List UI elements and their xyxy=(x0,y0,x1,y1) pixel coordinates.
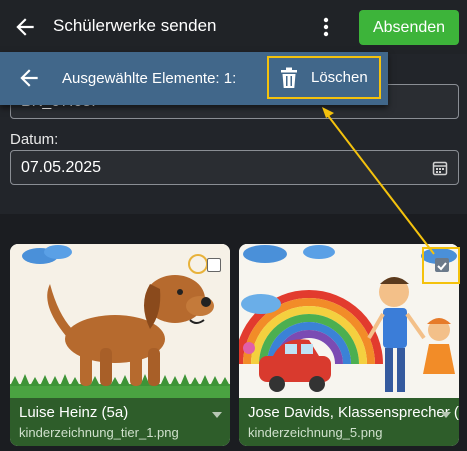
date-field[interactable]: 07.05.2025 xyxy=(10,150,459,185)
back-arrow-icon[interactable] xyxy=(12,14,38,40)
date-value: 07.05.2025 xyxy=(21,159,102,176)
card-footer: Jose Davids, Klassensprecher ( kinderzei… xyxy=(239,398,459,446)
student-name: Luise Heinz (5a) xyxy=(19,404,129,421)
back-arrow-icon[interactable] xyxy=(16,65,42,91)
send-button[interactable]: Absenden xyxy=(359,10,459,45)
card-footer: Luise Heinz (5a) kinderzeichnung_tier_1.… xyxy=(10,398,230,446)
trash-icon xyxy=(281,67,297,88)
work-card[interactable]: Luise Heinz (5a) kinderzeichnung_tier_1.… xyxy=(10,244,230,446)
page-title: Schülerwerke senden xyxy=(53,16,217,35)
student-name: Jose Davids, Klassensprecher ( xyxy=(248,404,459,421)
file-name: kinderzeichnung_tier_1.png xyxy=(19,425,179,440)
select-checkbox[interactable] xyxy=(207,258,221,272)
chevron-down-icon[interactable] xyxy=(212,412,222,418)
chevron-down-icon[interactable] xyxy=(441,412,451,418)
delete-label: Löschen xyxy=(311,69,368,86)
file-name: kinderzeichnung_5.png xyxy=(248,425,383,440)
app-bar: Schülerwerke senden Absenden xyxy=(0,0,467,54)
kebab-menu-icon[interactable] xyxy=(318,14,334,40)
delete-button[interactable]: Löschen xyxy=(267,56,381,99)
date-label: Datum: xyxy=(10,131,59,148)
calendar-icon[interactable] xyxy=(432,160,448,176)
checkbox-highlight xyxy=(422,247,460,284)
drawing-dog-image xyxy=(10,244,230,398)
selected-count-text: Ausgewählte Elemente: 1: xyxy=(62,70,237,87)
